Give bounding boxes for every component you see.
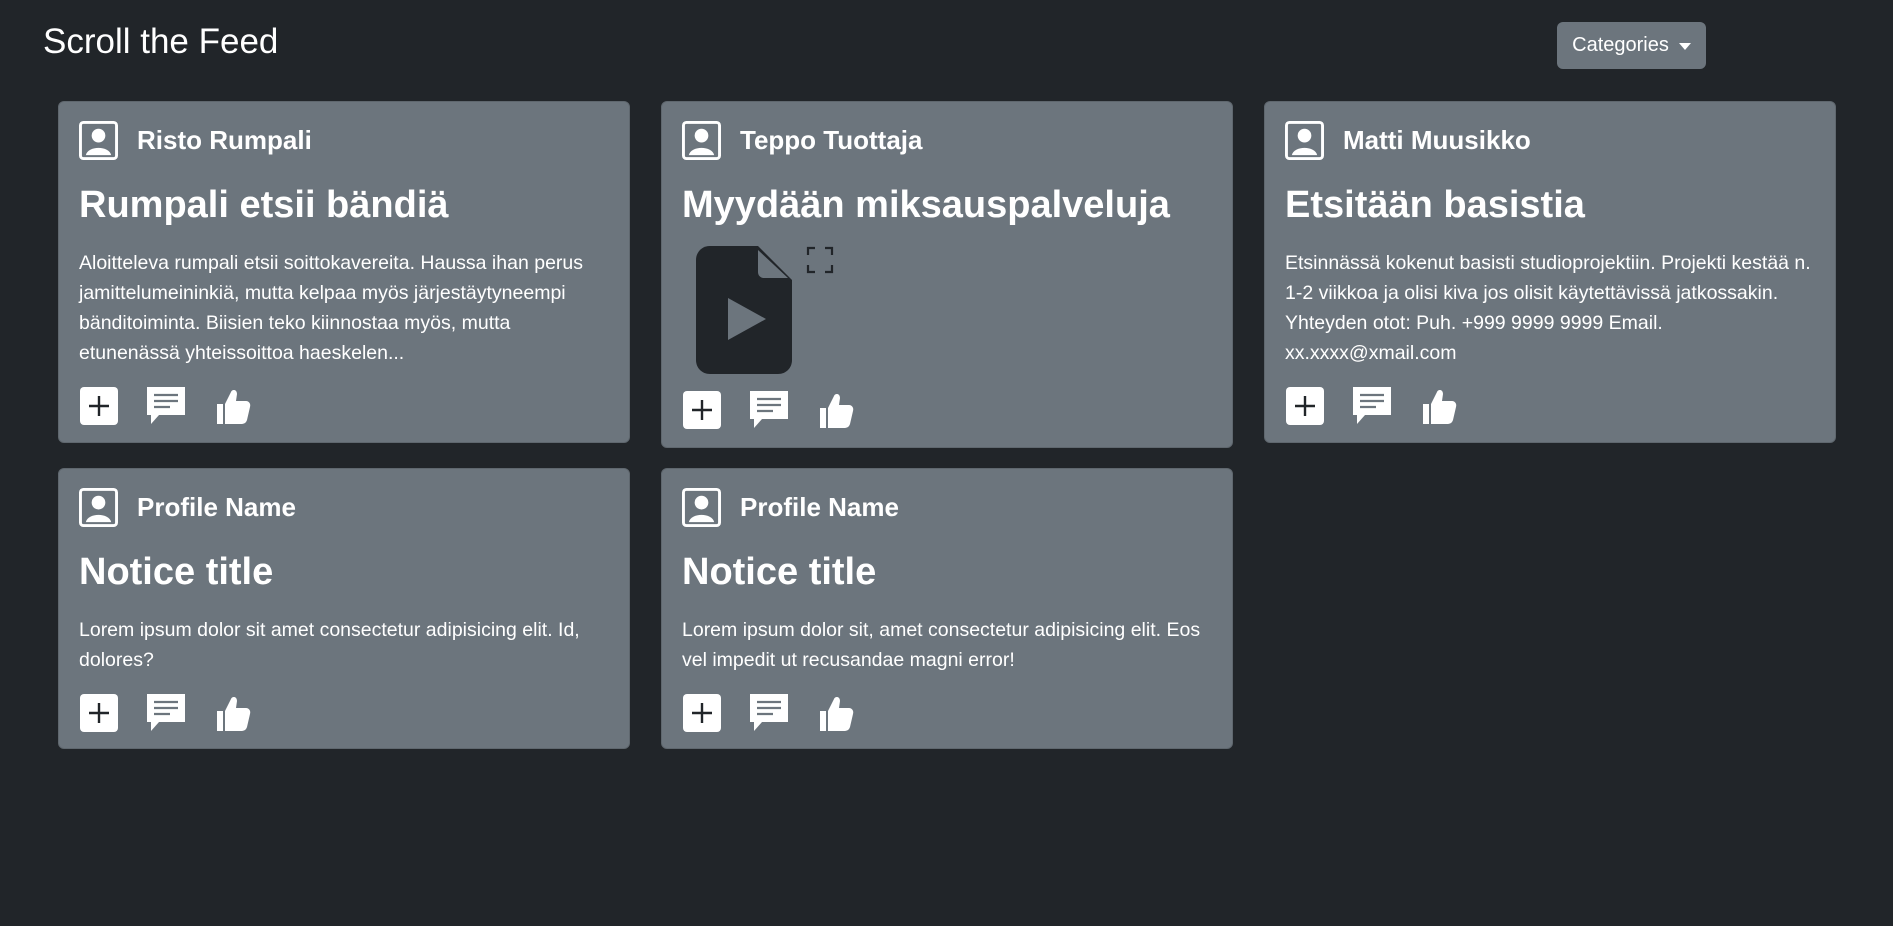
profile-name[interactable]: Profile Name [137, 491, 296, 523]
card-actions [682, 390, 1212, 430]
notice-body: Etsinnässä kokenut basisti studioprojekt… [1285, 252, 1811, 364]
notice-title: Etsitään basistia [1285, 184, 1585, 226]
notice-body: Aloitteleva rumpali etsii soittokavereit… [79, 252, 584, 364]
plus-square-icon[interactable] [79, 386, 119, 426]
person-avatar-icon [79, 487, 118, 527]
person-avatar-icon [682, 487, 721, 527]
thumbs-up-icon[interactable] [816, 390, 856, 430]
thumbs-up-icon[interactable] [213, 386, 253, 426]
notice-card: Matti Muusikko Etsitään basistia Etsinnä… [1264, 101, 1836, 443]
thumbs-up-icon[interactable] [816, 693, 856, 733]
person-avatar-icon [682, 120, 721, 160]
card-header: Risto Rumpali [79, 120, 609, 160]
video-file-icon[interactable] [696, 246, 792, 374]
card-header: Teppo Tuottaja [682, 120, 1212, 160]
media-attachment [682, 246, 1212, 376]
notice-card: Risto Rumpali Rumpali etsii bändiä Aloit… [58, 101, 630, 443]
person-avatar-icon [79, 120, 118, 160]
plus-square-icon[interactable] [682, 693, 722, 733]
caret-down-icon [1678, 43, 1691, 50]
card-header: Profile Name [79, 487, 609, 527]
comment-icon[interactable] [1352, 386, 1392, 426]
card-actions [79, 386, 609, 426]
comment-icon[interactable] [146, 386, 186, 426]
card-actions [1285, 386, 1815, 426]
notice-body: Lorem ipsum dolor sit amet consectetur a… [79, 619, 580, 671]
plus-square-icon[interactable] [682, 390, 722, 430]
comment-icon[interactable] [146, 693, 186, 733]
profile-name[interactable]: Risto Rumpali [137, 124, 312, 156]
notice-title: Notice title [682, 551, 877, 593]
card-header: Profile Name [682, 487, 1212, 527]
notice-title: Notice title [79, 551, 274, 593]
comment-icon[interactable] [749, 693, 789, 733]
page-title: Scroll the Feed [43, 22, 279, 61]
profile-name[interactable]: Profile Name [740, 491, 899, 523]
card-actions [79, 693, 609, 733]
notice-card: Profile Name Notice title Lorem ipsum do… [661, 468, 1233, 749]
notice-title: Myydään miksauspalveluja [682, 184, 1170, 226]
notice-body: Lorem ipsum dolor sit, amet consectetur … [682, 619, 1201, 671]
thumbs-up-icon[interactable] [1419, 386, 1459, 426]
profile-name[interactable]: Matti Muusikko [1343, 124, 1531, 156]
categories-label: Categories [1572, 34, 1669, 56]
notice-card: Profile Name Notice title Lorem ipsum do… [58, 468, 630, 749]
notice-card: Teppo Tuottaja Myydään miksauspalveluja [661, 101, 1233, 448]
categories-dropdown-button[interactable]: Categories [1557, 22, 1706, 69]
card-actions [682, 693, 1212, 733]
fullscreen-icon[interactable] [806, 246, 834, 274]
profile-name[interactable]: Teppo Tuottaja [740, 124, 922, 156]
plus-square-icon[interactable] [79, 693, 119, 733]
plus-square-icon[interactable] [1285, 386, 1325, 426]
feed-page: Scroll the Feed Categories Risto Rumpali… [0, 0, 1893, 926]
card-header: Matti Muusikko [1285, 120, 1815, 160]
thumbs-up-icon[interactable] [213, 693, 253, 733]
notice-title: Rumpali etsii bändiä [79, 184, 449, 226]
comment-icon[interactable] [749, 390, 789, 430]
person-avatar-icon [1285, 120, 1324, 160]
